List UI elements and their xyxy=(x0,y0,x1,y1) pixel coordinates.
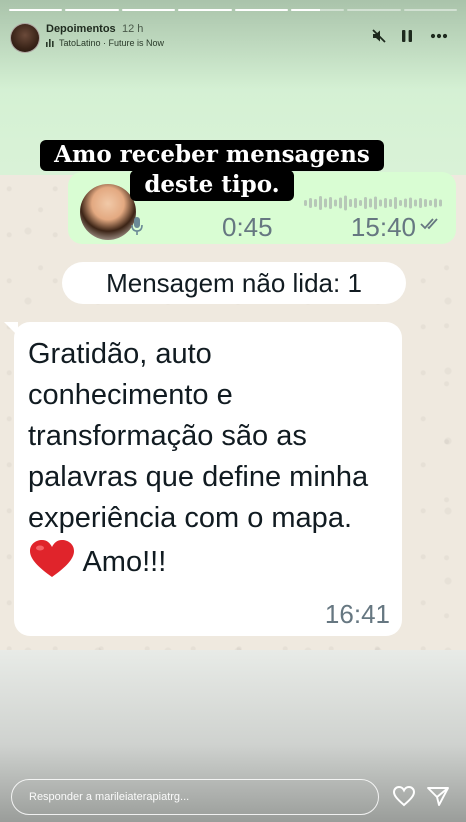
username[interactable]: Depoimentos xyxy=(46,23,116,35)
mute-button[interactable] xyxy=(368,25,390,47)
waveform-bar xyxy=(434,198,437,208)
reply-field[interactable] xyxy=(11,779,379,815)
waveform-bar xyxy=(334,199,337,207)
caption-line-2: deste tipo. xyxy=(130,170,294,201)
story-progress-bar xyxy=(9,9,457,11)
progress-segment xyxy=(178,9,232,11)
story-header: Depoimentos 12 h TatoLatino · Future is … xyxy=(10,20,456,54)
progress-segment xyxy=(403,9,457,11)
music-label: TatoLatino · Future is Now xyxy=(59,38,165,48)
message-text: Gratidão, auto conhecimento e transforma… xyxy=(28,338,369,534)
waveform-bar xyxy=(439,199,442,207)
progress-segment xyxy=(290,9,345,11)
incoming-message-bubble: Gratidão, auto conhecimento e transforma… xyxy=(14,322,402,636)
share-button[interactable] xyxy=(426,785,450,807)
waveform-bar xyxy=(349,199,352,207)
pause-icon xyxy=(402,30,412,42)
microphone-icon xyxy=(131,217,143,235)
music-info[interactable]: TatoLatino · Future is Now xyxy=(46,38,164,48)
progress-segment xyxy=(347,9,401,11)
progress-segment xyxy=(234,9,288,11)
caption-line-1: Amo receber mensagens xyxy=(40,140,384,171)
waveform-bar xyxy=(379,199,382,207)
reply-input[interactable] xyxy=(29,791,349,803)
waveform-bar xyxy=(304,200,307,206)
waveform-bar xyxy=(399,200,402,206)
more-dots-icon xyxy=(430,33,448,39)
waveform-bar xyxy=(419,198,422,208)
message-text-block: Gratidão, auto conhecimento e transforma… xyxy=(28,334,400,583)
waveform-bar xyxy=(404,198,407,208)
waveform-bar xyxy=(359,200,362,206)
send-paper-plane-icon xyxy=(427,787,449,806)
voice-duration: 0:45 xyxy=(222,212,273,242)
progress-segment xyxy=(9,9,63,11)
progress-fill xyxy=(9,9,63,11)
progress-fill xyxy=(121,9,176,11)
unread-label: Mensagem não lida: 1 xyxy=(106,267,362,298)
time-ago: 12 h xyxy=(122,23,144,35)
progress-segment xyxy=(65,9,119,11)
speaker-muted-icon xyxy=(372,29,386,43)
double-check-icon xyxy=(420,218,438,230)
heart-emoji-icon xyxy=(30,540,74,577)
voice-timestamp: 15:40 xyxy=(350,212,416,242)
profile-avatar[interactable] xyxy=(10,23,40,53)
progress-fill xyxy=(290,9,321,11)
progress-fill xyxy=(178,9,232,11)
music-bars-icon xyxy=(46,39,54,47)
progress-fill xyxy=(234,9,288,11)
waveform-bar xyxy=(424,199,427,207)
heart-outline-icon xyxy=(392,785,416,807)
progress-fill xyxy=(65,9,119,11)
pause-button[interactable] xyxy=(396,25,418,47)
progress-segment xyxy=(121,9,176,11)
like-button[interactable] xyxy=(392,785,416,807)
more-options-button[interactable] xyxy=(428,25,450,47)
message-timestamp: 16:41 xyxy=(324,599,390,629)
waveform-bar xyxy=(429,200,432,206)
unread-messages-pill: Mensagem não lida: 1 xyxy=(62,262,406,304)
waveform-bar xyxy=(389,199,392,207)
waveform-bar xyxy=(409,197,412,209)
story-caption: Amo receber mensagens deste tipo. xyxy=(29,140,395,201)
waveform-bar xyxy=(414,199,417,207)
message-text-end: Amo!!! xyxy=(82,546,167,578)
waveform-bar xyxy=(314,199,317,207)
